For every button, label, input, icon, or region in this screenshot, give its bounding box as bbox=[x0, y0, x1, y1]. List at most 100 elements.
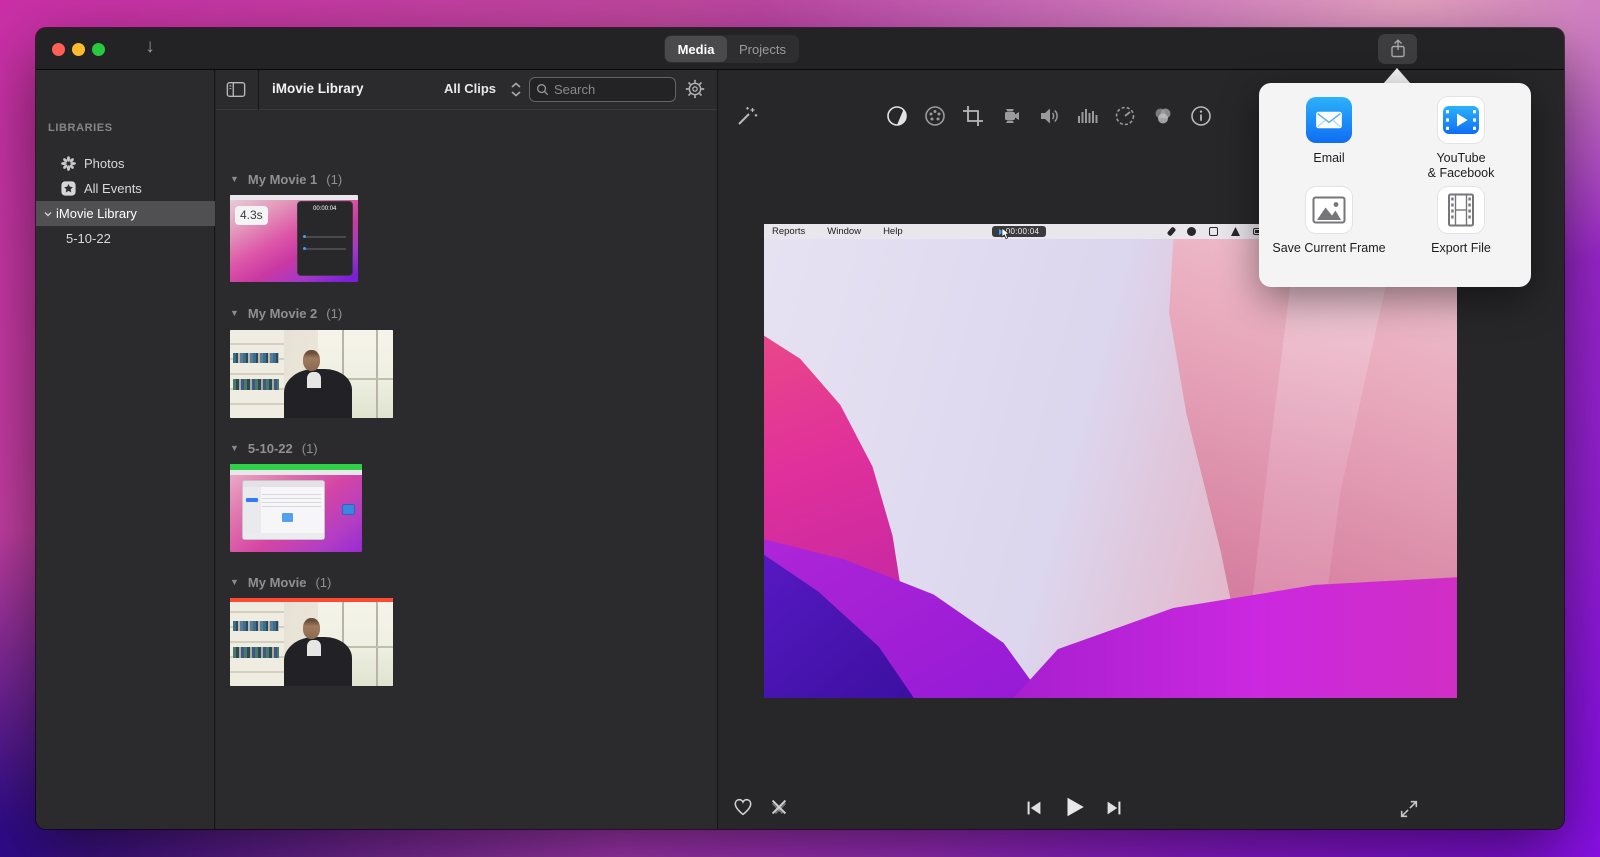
enhance-wand-icon[interactable] bbox=[735, 104, 759, 128]
section-header-my-movie-2[interactable]: ▼ My Movie 2 (1) bbox=[230, 304, 342, 322]
bookshelf bbox=[230, 330, 284, 418]
recorded-menu-window: Window bbox=[827, 226, 862, 237]
sidebar-item-all-events[interactable]: All Events bbox=[36, 176, 215, 201]
recorded-finder-window bbox=[241, 479, 326, 540]
clip-thumbnail-my-movie-2[interactable] bbox=[230, 330, 393, 418]
recorded-menubar bbox=[230, 470, 362, 475]
viewer-video-frame[interactable]: Reports Window Help 00:00:04 bbox=[764, 224, 1457, 698]
minimize-button[interactable] bbox=[72, 43, 85, 56]
recorded-menu-help: Help bbox=[883, 226, 903, 237]
recorded-device-icon bbox=[342, 503, 356, 515]
tab-media[interactable]: Media bbox=[665, 36, 727, 62]
disclosure-triangle-icon: ▼ bbox=[230, 577, 239, 587]
share-button[interactable] bbox=[1378, 34, 1417, 64]
share-item-save-current-frame[interactable]: Save Current Frame bbox=[1267, 187, 1391, 277]
tab-projects[interactable]: Projects bbox=[727, 36, 798, 62]
import-download-icon[interactable]: ↓ bbox=[138, 36, 162, 58]
speed-icon[interactable] bbox=[1113, 104, 1137, 128]
previous-frame-icon[interactable] bbox=[1023, 797, 1045, 819]
sidebar-item-photos[interactable]: Photos bbox=[36, 151, 215, 176]
disclosure-triangle-icon: ▼ bbox=[230, 443, 239, 453]
sidebar-item-imovie-library[interactable]: iMovie Library bbox=[36, 201, 215, 226]
section-name: 5-10-22 bbox=[247, 440, 293, 456]
libraries-sidebar: LIBRARIES Photos All Events iMovie Libra… bbox=[36, 70, 215, 829]
clip-filter-icon[interactable] bbox=[1151, 104, 1175, 128]
adjust-toolbar bbox=[885, 104, 1213, 128]
close-button[interactable] bbox=[52, 43, 65, 56]
clip-thumbnail-my-movie-1[interactable]: 00:00:04 4.3s bbox=[230, 195, 358, 282]
export-file-icon bbox=[1438, 187, 1484, 233]
share-item-email[interactable]: Email bbox=[1267, 97, 1391, 187]
stabilization-icon[interactable] bbox=[999, 104, 1023, 128]
noise-equalizer-icon[interactable] bbox=[1075, 104, 1099, 128]
share-item-label: YouTube & Facebook bbox=[1427, 151, 1495, 180]
media-browser-title: iMovie Library bbox=[272, 81, 364, 96]
share-item-youtube-facebook[interactable]: YouTube & Facebook bbox=[1399, 97, 1523, 187]
media-browser-header: iMovie Library All Clips bbox=[216, 70, 717, 110]
section-name: My Movie bbox=[247, 574, 307, 590]
color-palette-icon[interactable] bbox=[923, 104, 947, 128]
header-divider bbox=[258, 70, 259, 110]
recorded-menu-reports: Reports bbox=[772, 226, 806, 237]
zoom-button[interactable] bbox=[92, 43, 105, 56]
monterey-wallpaper bbox=[764, 239, 1457, 698]
duration-badge: 4.3s bbox=[235, 206, 268, 225]
section-name: My Movie 2 bbox=[247, 305, 318, 321]
section-name: My Movie 1 bbox=[247, 171, 318, 187]
media-projects-segmented-control: Media Projects bbox=[664, 35, 799, 63]
info-icon[interactable] bbox=[1189, 104, 1213, 128]
sidebar-toggle-icon[interactable] bbox=[226, 80, 246, 100]
share-item-label: Export File bbox=[1431, 241, 1491, 255]
disclosure-triangle-icon: ▼ bbox=[230, 308, 239, 318]
mail-icon bbox=[1306, 97, 1352, 143]
sidebar-item-label: Photos bbox=[84, 156, 125, 171]
sidebar-item-5-10-22[interactable]: 5-10-22 bbox=[36, 226, 215, 251]
clip-filter-dropdown[interactable]: All Clips bbox=[444, 81, 496, 96]
youtube-facebook-icon bbox=[1438, 97, 1484, 143]
section-header-5-10-22[interactable]: ▼ 5-10-22 (1) bbox=[230, 439, 318, 457]
chevron-down-icon bbox=[44, 211, 52, 216]
clip-thumbnail-my-movie[interactable] bbox=[230, 598, 393, 686]
section-header-my-movie-1[interactable]: ▼ My Movie 1 (1) bbox=[230, 170, 342, 188]
share-item-label: Email bbox=[1313, 151, 1345, 165]
share-popover: Email YouTube & Facebook Save Current Fr… bbox=[1259, 83, 1531, 287]
color-balance-icon[interactable] bbox=[885, 104, 909, 128]
titlebar: ↓ Media Projects bbox=[36, 28, 1564, 70]
crop-icon[interactable] bbox=[961, 104, 985, 128]
share-icon bbox=[1390, 39, 1405, 58]
used-clip-stripe bbox=[230, 598, 393, 602]
save-frame-icon bbox=[1306, 187, 1352, 233]
next-frame-icon[interactable] bbox=[1103, 797, 1125, 819]
share-item-label: Save Current Frame bbox=[1272, 241, 1386, 255]
section-header-my-movie[interactable]: ▼ My Movie (1) bbox=[230, 573, 331, 591]
section-count: (1) bbox=[326, 305, 343, 321]
fullscreen-icon[interactable] bbox=[1398, 798, 1420, 820]
recorded-dark-window: 00:00:04 bbox=[296, 201, 353, 276]
recorded-timer: 00:00:04 bbox=[313, 206, 337, 213]
section-count: (1) bbox=[315, 574, 332, 590]
search-input[interactable] bbox=[554, 82, 669, 97]
search-icon bbox=[537, 84, 549, 96]
media-browser-panel: iMovie Library All Clips Search ▼ My Mov… bbox=[216, 70, 718, 829]
bookshelf bbox=[230, 598, 284, 686]
popover-arrow bbox=[1383, 68, 1411, 84]
star-icon bbox=[61, 181, 76, 196]
sidebar-item-label: 5-10-22 bbox=[66, 231, 111, 246]
recorded-cursor-icon bbox=[1001, 227, 1010, 240]
sidebar-item-label: iMovie Library bbox=[56, 206, 137, 221]
favorite-heart-icon[interactable] bbox=[732, 796, 754, 818]
libraries-header: LIBRARIES bbox=[48, 122, 113, 134]
reject-x-icon[interactable] bbox=[768, 796, 790, 818]
clip-thumbnail-5-10-22[interactable] bbox=[230, 464, 362, 552]
recorded-menubar bbox=[230, 195, 358, 200]
search-field[interactable] bbox=[529, 77, 676, 102]
photos-pinwheel-icon bbox=[61, 156, 76, 171]
disclosure-triangle-icon: ▼ bbox=[230, 174, 239, 184]
updown-chevrons-icon[interactable] bbox=[509, 81, 523, 98]
volume-icon[interactable] bbox=[1037, 104, 1061, 128]
sidebar-item-label: All Events bbox=[84, 181, 142, 196]
share-item-export-file[interactable]: Export File bbox=[1399, 187, 1523, 277]
gear-icon[interactable] bbox=[684, 78, 706, 100]
play-icon[interactable] bbox=[1061, 794, 1087, 820]
media-clip-list: ▼ My Movie 1 (1) 00:00:04 4.3s ▼ My Movi… bbox=[216, 110, 717, 829]
